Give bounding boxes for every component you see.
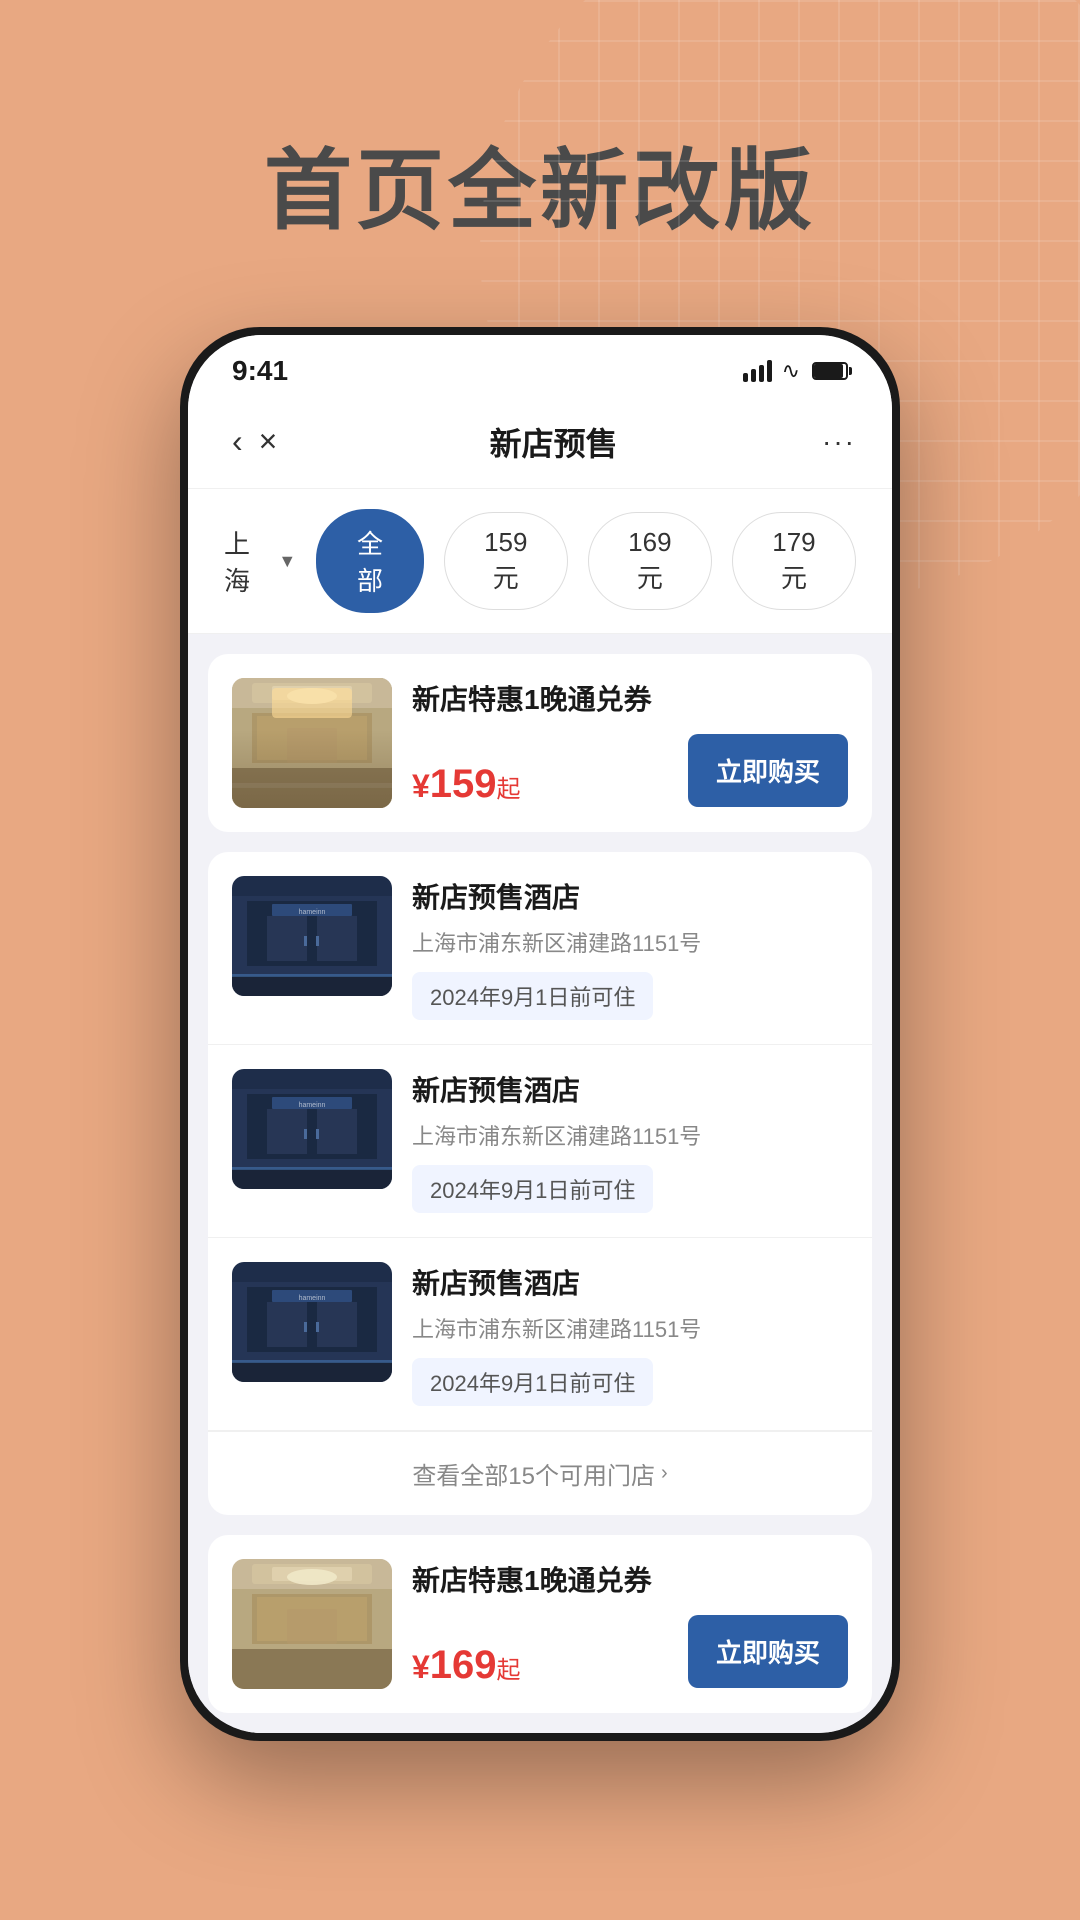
voucher-info-1: 新店特惠1晚通兑券 ¥159起 立即购买 <box>412 678 848 807</box>
status-time: 9:41 <box>232 355 288 387</box>
filter-179-button[interactable]: 179元 <box>732 512 856 610</box>
hotel-list-item-3: hameinn 新店预售酒店 上海市浦东新区浦建路1151号 2024年9月1日… <box>208 1238 872 1431</box>
available-tag-2: 2024年9月1日前可住 <box>412 1165 653 1213</box>
hotel-info-3: 新店预售酒店 上海市浦东新区浦建路1151号 2024年9月1日前可住 <box>412 1262 848 1406</box>
voucher-image-2 <box>232 1559 392 1689</box>
hotel-info-2: 新店预售酒店 上海市浦东新区浦建路1151号 2024年9月1日前可住 <box>412 1069 848 1213</box>
battery-icon <box>812 362 848 380</box>
back-button[interactable]: ‹ <box>224 415 251 468</box>
filter-all-button[interactable]: 全部 <box>316 509 424 613</box>
hotel-image-1: hameinn <box>232 876 392 996</box>
buy-button-2[interactable]: 立即购买 <box>688 1615 848 1688</box>
hotel-name-3: 新店预售酒店 <box>412 1262 848 1302</box>
phone-mockup: 9:41 ∿ ‹ × 新店预售 ··· <box>180 327 900 1741</box>
filter-159-button[interactable]: 159元 <box>444 512 568 610</box>
more-button[interactable]: ··· <box>822 426 856 458</box>
price-value-1: 159 <box>430 762 497 806</box>
hotel-image-2: hameinn <box>232 1069 392 1189</box>
filter-bar: 上海 ▼ 全部 159元 169元 179元 <box>188 489 892 634</box>
nav-title: 新店预售 <box>285 419 822 465</box>
svg-text:hameinn: hameinn <box>299 1295 326 1302</box>
view-all-link[interactable]: 查看全部15个可用门店 › <box>208 1431 872 1515</box>
voucher-price-row-2: ¥169起 立即购买 <box>412 1615 848 1688</box>
available-tag-3: 2024年9月1日前可住 <box>412 1358 653 1406</box>
voucher-item-1: 新店特惠1晚通兑券 ¥159起 立即购买 <box>232 678 848 808</box>
hotel-address-2: 上海市浦东新区浦建路1151号 <box>412 1119 848 1151</box>
phone-screen: 9:41 ∿ ‹ × 新店预售 ··· <box>188 335 892 1733</box>
voucher-info-2: 新店特惠1晚通兑券 ¥169起 立即购买 <box>412 1559 848 1688</box>
voucher-price-row-1: ¥159起 立即购买 <box>412 734 848 807</box>
price-value-2: 169 <box>430 1643 497 1687</box>
price-prefix: ¥ <box>412 768 430 804</box>
status-icons: ∿ <box>743 358 848 384</box>
status-bar: 9:41 ∿ <box>188 335 892 395</box>
page-title: 首页全新改版 <box>0 120 1080 247</box>
price-suffix-2: 起 <box>497 1657 521 1684</box>
voucher-name-1: 新店特惠1晚通兑券 <box>412 678 848 718</box>
svg-text:hameinn: hameinn <box>299 909 326 916</box>
voucher-price-1: ¥159起 <box>412 762 521 807</box>
hotel-image-3: hameinn <box>232 1262 392 1382</box>
hotel-address-1: 上海市浦东新区浦建路1151号 <box>412 926 848 958</box>
main-content: 新店特惠1晚通兑券 ¥159起 立即购买 <box>188 634 892 1733</box>
hotel-list-card: hameinn 新店预售酒店 上海市浦东新区浦建路1151号 2024年9月1日… <box>208 852 872 1515</box>
location-selector[interactable]: 上海 ▼ <box>224 524 296 598</box>
voucher-card-2: 新店特惠1晚通兑券 ¥169起 立即购买 <box>208 1535 872 1713</box>
voucher-name-2: 新店特惠1晚通兑券 <box>412 1559 848 1599</box>
page-title-section: 首页全新改版 <box>0 0 1080 327</box>
chevron-right-icon: › <box>661 1462 668 1485</box>
voucher-item-2: 新店特惠1晚通兑券 ¥169起 立即购买 <box>232 1559 848 1689</box>
hotel-list-item-1: hameinn 新店预售酒店 上海市浦东新区浦建路1151号 2024年9月1日… <box>208 852 872 1045</box>
location-label: 上海 <box>224 524 272 598</box>
hotel-name-2: 新店预售酒店 <box>412 1069 848 1109</box>
hotel-info-1: 新店预售酒店 上海市浦东新区浦建路1151号 2024年9月1日前可住 <box>412 876 848 1020</box>
phone-wrapper: 9:41 ∿ ‹ × 新店预售 ··· <box>0 327 1080 1801</box>
price-suffix-1: 起 <box>497 776 521 803</box>
close-button[interactable]: × <box>251 415 286 468</box>
signal-icon <box>743 360 772 382</box>
nav-bar: ‹ × 新店预售 ··· <box>188 395 892 489</box>
voucher-image-1 <box>232 678 392 808</box>
hotel-address-3: 上海市浦东新区浦建路1151号 <box>412 1312 848 1344</box>
svg-text:hameinn: hameinn <box>299 1102 326 1109</box>
view-all-text: 查看全部15个可用门店 <box>412 1456 655 1491</box>
price-prefix-2: ¥ <box>412 1649 430 1685</box>
buy-button-1[interactable]: 立即购买 <box>688 734 848 807</box>
voucher-price-2: ¥169起 <box>412 1643 521 1688</box>
hotel-list-item-2: hameinn 新店预售酒店 上海市浦东新区浦建路1151号 2024年9月1日… <box>208 1045 872 1238</box>
voucher-card-1: 新店特惠1晚通兑券 ¥159起 立即购买 <box>208 654 872 832</box>
filter-169-button[interactable]: 169元 <box>588 512 712 610</box>
hotel-name-1: 新店预售酒店 <box>412 876 848 916</box>
available-tag-1: 2024年9月1日前可住 <box>412 972 653 1020</box>
chevron-down-icon: ▼ <box>278 551 296 572</box>
wifi-icon: ∿ <box>782 358 800 384</box>
hotel-lobby-visual <box>232 678 392 808</box>
